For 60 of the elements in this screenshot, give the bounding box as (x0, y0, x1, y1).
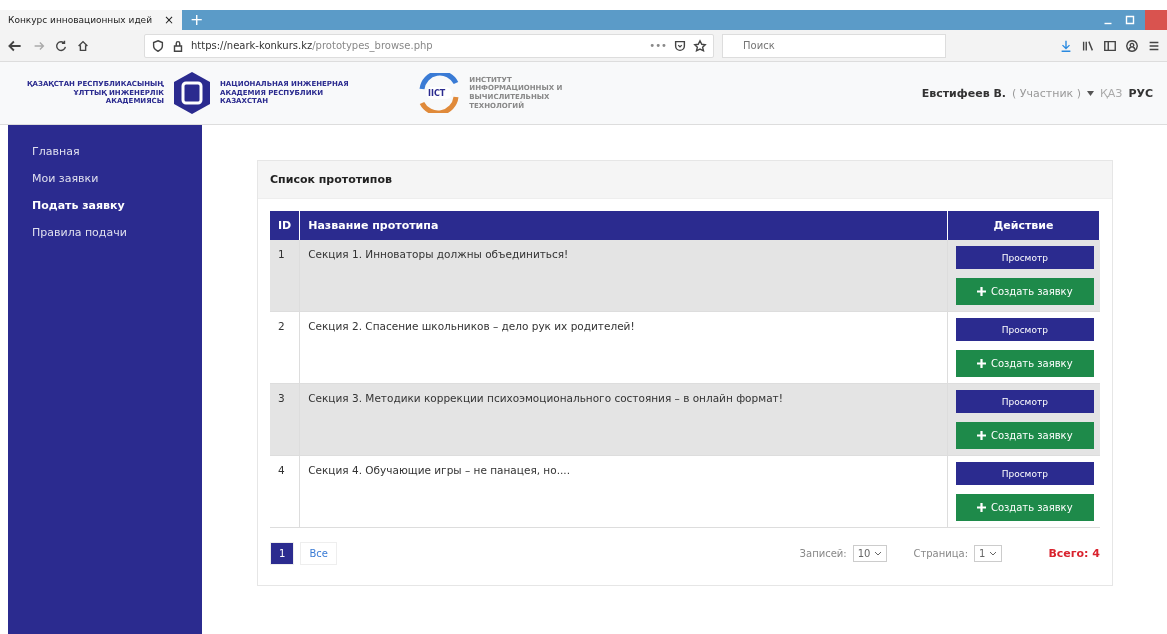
records-select[interactable]: 10 (852, 545, 888, 562)
column-header: Название прототипа (299, 211, 948, 240)
create-application-button[interactable]: Создать заявку (956, 422, 1094, 449)
table-cell: 1 (270, 240, 300, 312)
plus-icon (976, 503, 986, 512)
table-cell: Секция 3. Методики коррекции психоэмоционального состояния – в онлайн формат! (299, 383, 948, 456)
create-application-button[interactable]: Создать заявку (956, 278, 1094, 305)
plus-icon (976, 287, 986, 296)
create-application-button[interactable]: Создать заявку (956, 494, 1094, 521)
table-cell: 2 (270, 311, 300, 384)
table-cell: Секция 4. Обучающие игры – не панацея, но.... (299, 455, 948, 528)
maximize-icon[interactable] (1123, 13, 1137, 27)
pagination-link[interactable]: Все (300, 542, 337, 565)
star-icon[interactable] (693, 38, 707, 53)
tab-close-button[interactable]: × (163, 13, 174, 27)
tab-title: Конкурс инновационных идей (8, 15, 152, 25)
caret-icon[interactable] (1087, 90, 1094, 96)
table-cell: Секция 2. Спасение школьников – дело рук их родителей! (299, 311, 948, 384)
table-cell: 3 (270, 383, 300, 456)
library-icon[interactable] (1081, 38, 1095, 53)
more-icon[interactable]: ••• (649, 40, 667, 51)
home-icon[interactable] (76, 38, 90, 53)
search-field[interactable]: Поиск (722, 33, 946, 58)
sidebar-item[interactable]: Подать заявку (32, 199, 202, 212)
table-cell: 4 (270, 455, 300, 528)
account-icon[interactable] (1125, 38, 1139, 53)
iict-logo-text: IICT (428, 88, 446, 98)
sidebar-item[interactable]: Мои заявки (32, 172, 202, 185)
download-icon[interactable] (1059, 38, 1073, 53)
academy-logo-icon (172, 71, 212, 115)
reload-icon[interactable] (54, 38, 68, 53)
sidebar-item[interactable]: Главная (32, 145, 202, 158)
create-application-button[interactable]: Создать заявку (956, 350, 1094, 377)
browser-tab[interactable]: Конкурс инновационных идей × (0, 10, 182, 30)
sidebar-item[interactable]: Правила подачи (32, 226, 202, 239)
user-name[interactable]: Евстифеев В. (921, 86, 1006, 100)
user-role: ( Участник ) (1012, 86, 1081, 100)
page-label: Страница: (913, 548, 969, 559)
language-link[interactable]: РУС (1128, 86, 1153, 100)
card-title: Список прототипов (258, 161, 1112, 199)
url-field[interactable]: https://neark-konkurs.kz/prototypes_browse.php ••• (144, 33, 714, 58)
view-button[interactable]: Просмотр (956, 462, 1094, 485)
chevron-down-icon (989, 549, 998, 558)
plus-icon (976, 359, 986, 368)
column-header: Действие (947, 211, 1100, 240)
pocket-icon[interactable] (673, 38, 687, 53)
view-button[interactable]: Просмотр (956, 246, 1094, 269)
lock-icon[interactable] (171, 38, 185, 53)
page-select[interactable]: 1 (974, 545, 1003, 562)
records-label: Записей: (799, 548, 847, 559)
sidebar-icon[interactable] (1103, 38, 1117, 53)
shield-icon[interactable] (151, 38, 165, 53)
pagination-link[interactable]: 1 (270, 542, 295, 565)
view-button[interactable]: Просмотр (956, 318, 1094, 341)
view-button[interactable]: Просмотр (956, 390, 1094, 413)
total-count: Всего: 4 (1048, 547, 1100, 560)
column-header: ID (270, 211, 300, 240)
plus-icon (976, 431, 986, 440)
chevron-down-icon (874, 549, 883, 558)
table-cell: Секция 1. Инноваторы должны объединиться! (299, 240, 948, 312)
